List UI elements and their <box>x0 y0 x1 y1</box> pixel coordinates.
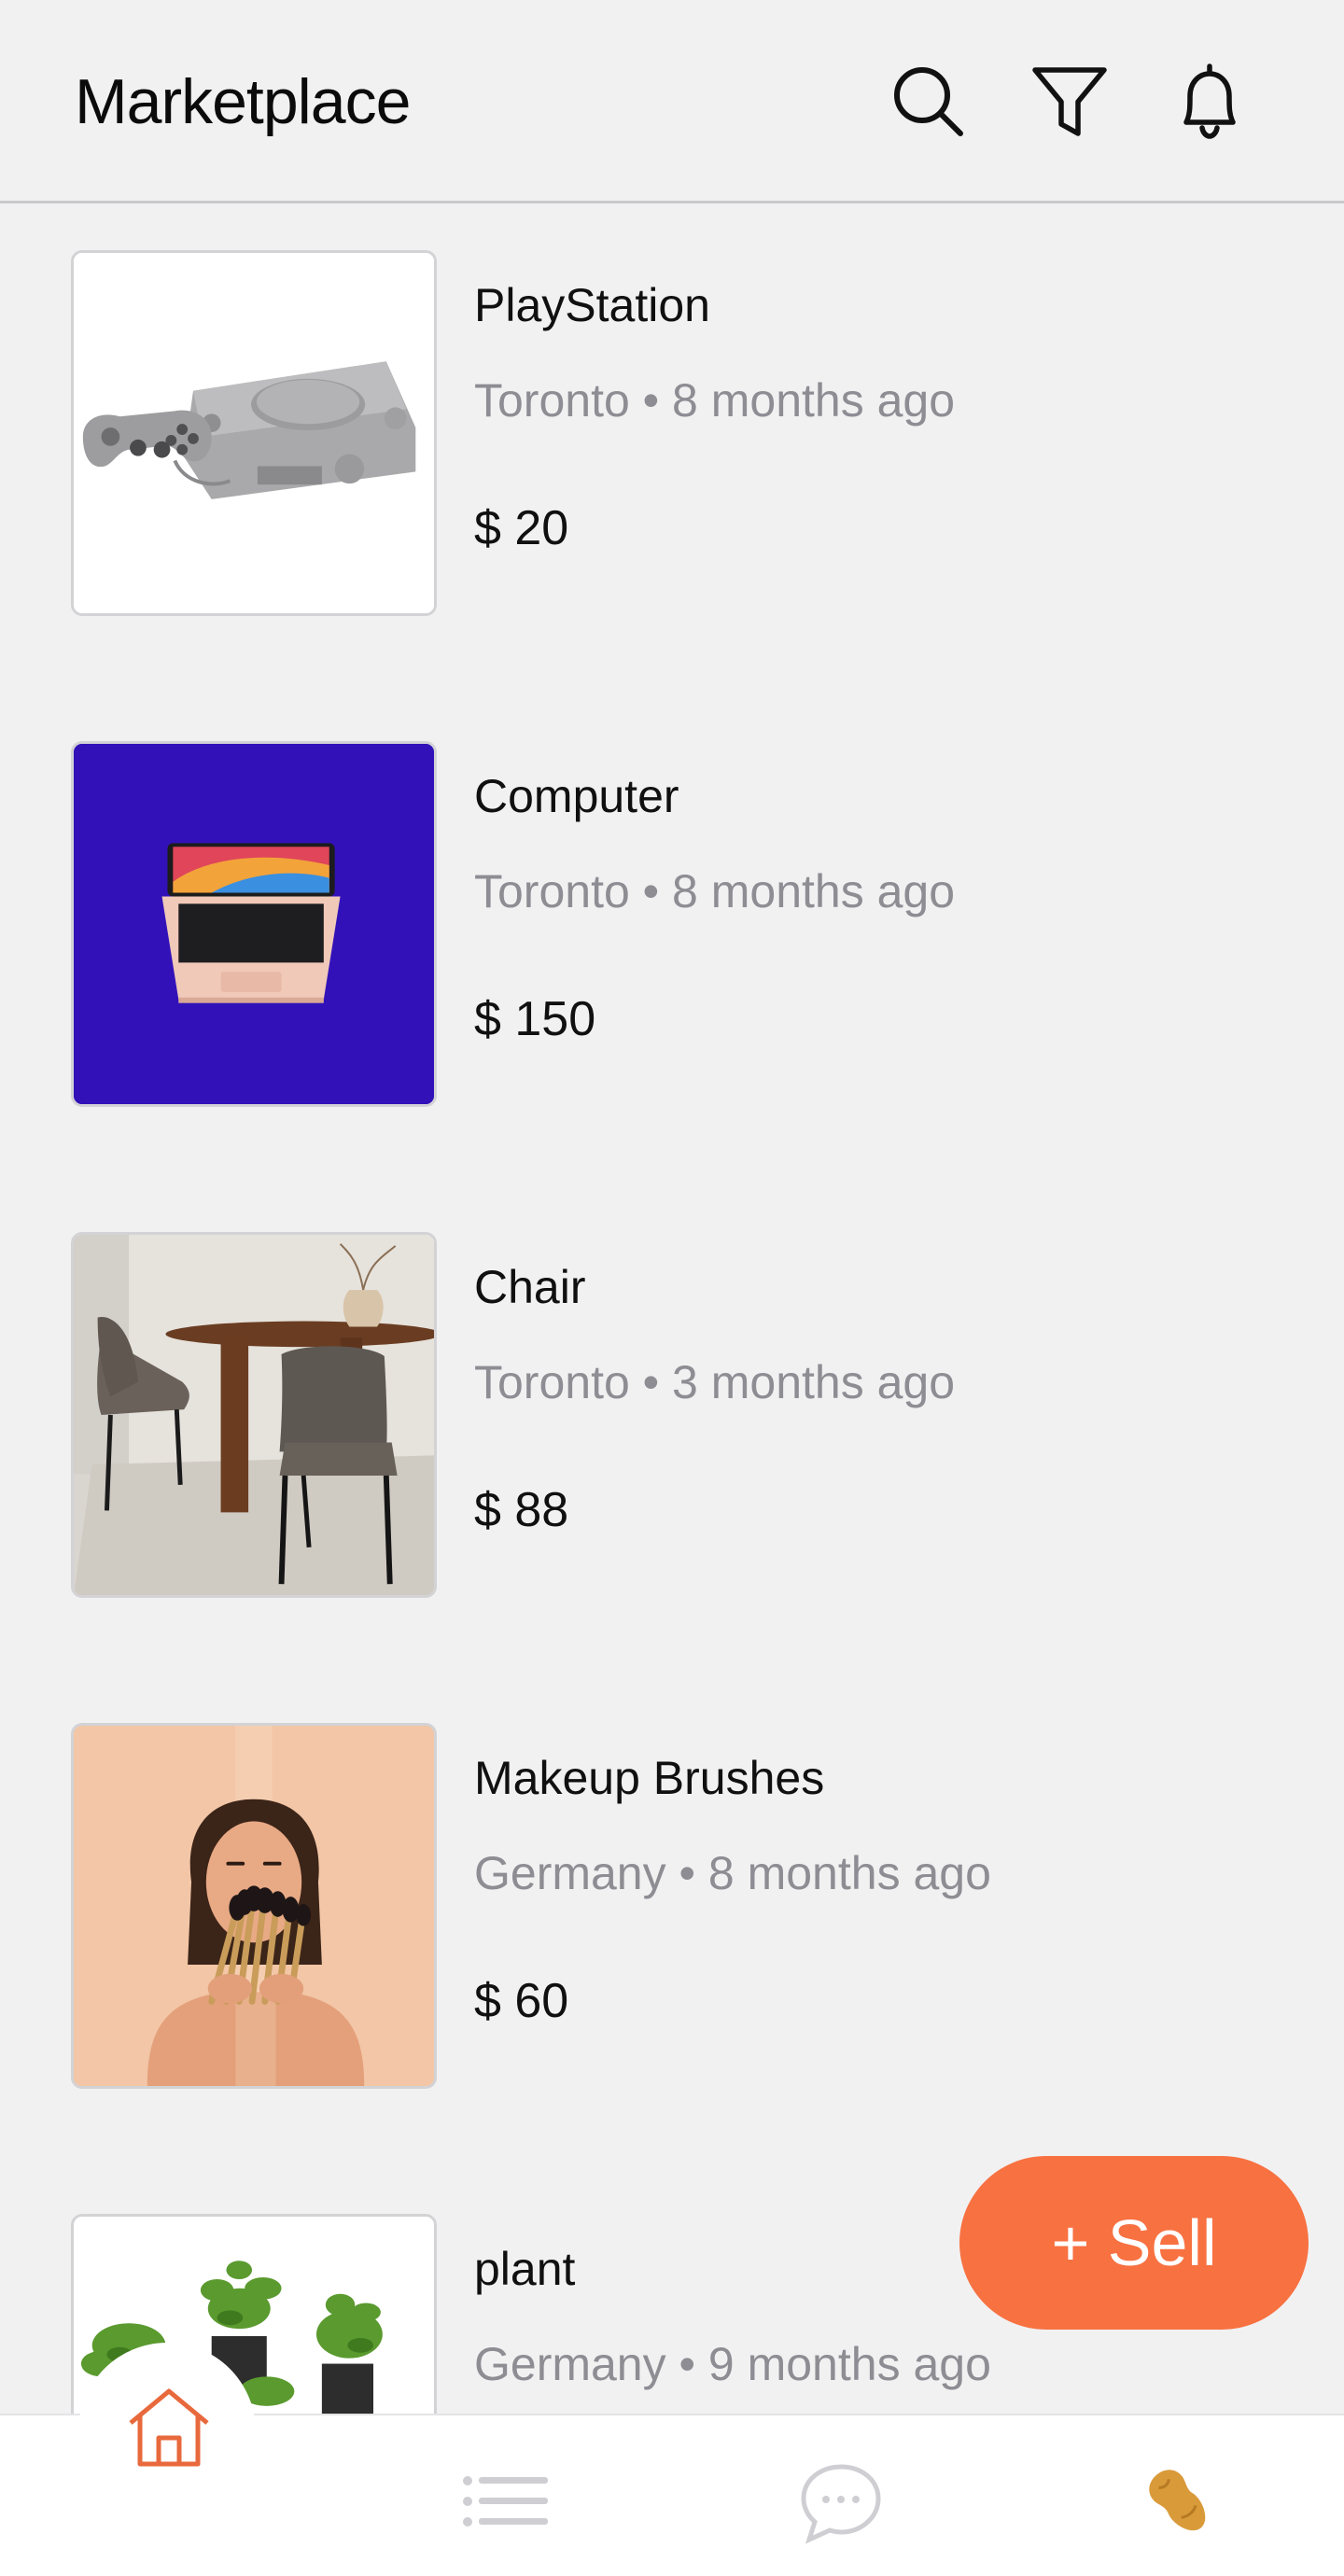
app-header: Marketplace <box>0 0 1344 203</box>
listing-image <box>71 1723 437 2089</box>
listing-meta: Toronto • 8 months ago <box>474 865 956 917</box>
list-icon[interactable] <box>454 2455 556 2548</box>
listing-meta: Germany • 9 months ago <box>474 2338 991 2390</box>
page-title: Marketplace <box>75 66 411 137</box>
bell-icon[interactable] <box>1165 56 1254 146</box>
listing-item[interactable]: PlayStation Toronto • 8 months ago $ 20 <box>0 205 1344 616</box>
listing-title: Makeup Brushes <box>474 1752 825 1804</box>
listing-price: $ 60 <box>474 1974 569 2028</box>
listing-title: PlayStation <box>474 279 710 331</box>
listing-meta: Toronto • 3 months ago <box>474 1356 956 1408</box>
listing-image <box>71 250 437 616</box>
listing-item[interactable]: Makeup Brushes Germany • 8 months ago $ … <box>0 1678 1344 2089</box>
listing-title: plant <box>474 2243 576 2295</box>
listing-meta: Toronto • 8 months ago <box>474 374 956 427</box>
listing-price: $ 20 <box>474 501 569 555</box>
marketplace-screen: Marketplace PlayStation Toronto • 8 mont… <box>0 0 1344 2576</box>
peanut-icon[interactable] <box>1127 2455 1230 2548</box>
sell-button[interactable]: + Sell <box>959 2156 1309 2330</box>
listing-title: Chair <box>474 1261 586 1313</box>
listing-price: $ 150 <box>474 992 596 1046</box>
chat-icon[interactable] <box>790 2451 892 2554</box>
home-icon[interactable] <box>119 2378 218 2477</box>
listing-item[interactable]: Computer Toronto • 8 months ago $ 150 <box>0 696 1344 1107</box>
listing-image <box>71 1232 437 1598</box>
search-icon[interactable] <box>883 56 973 146</box>
listing-image <box>71 741 437 1107</box>
listing-price: $ 88 <box>474 1483 569 1537</box>
listing-item[interactable]: Chair Toronto • 3 months ago $ 88 <box>0 1187 1344 1598</box>
listing-title: Computer <box>474 770 679 822</box>
filter-icon[interactable] <box>1025 56 1114 146</box>
listing-meta: Germany • 8 months ago <box>474 1847 991 1899</box>
